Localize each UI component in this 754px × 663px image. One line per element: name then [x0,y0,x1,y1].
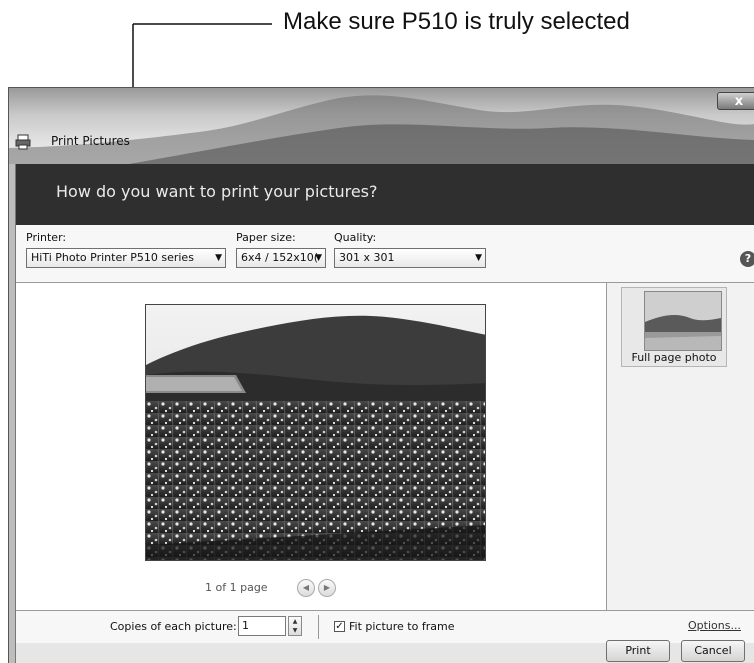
paper-size-dropdown[interactable]: 6x4 / 152x10( ▼ [236,248,326,268]
print-options-row: Printer: HiTi Photo Printer P510 series … [16,225,754,283]
page-info: 1 of 1 page [205,581,268,594]
chevron-down-icon: ▼ [315,253,322,263]
printer-icon [15,134,31,150]
options-link[interactable]: Options... [688,619,741,632]
copies-stepper[interactable]: ▲ ▼ [288,616,302,636]
copies-row: Copies of each picture: 1 ▲ ▼ ✓ Fit pictu… [16,610,754,643]
layout-thumbnail [644,291,722,351]
print-pictures-dialog: Print Pictures x How do you want to prin… [8,87,754,663]
quality-value: 301 x 301 [339,251,395,264]
paper-size-value: 6x4 / 152x10( [241,251,318,264]
layout-item-label: Full page photo [631,351,717,364]
dialog-content: How do you want to print your pictures? … [15,164,754,663]
left-arrow-icon[interactable]: ◀ [297,579,315,597]
action-row: Print Cancel [16,640,754,663]
cancel-button[interactable]: Cancel [681,640,745,662]
photo-preview [145,304,486,561]
title-background-image [9,95,754,164]
copies-input[interactable]: 1 [238,616,286,636]
layout-panel: Full page photo [606,283,754,610]
copies-label: Copies of each picture: [110,620,237,633]
close-button[interactable]: x [717,92,754,110]
divider [318,615,319,639]
print-button[interactable]: Print [606,640,670,662]
fit-picture-checkbox[interactable]: ✓ [334,621,345,632]
printer-dropdown-value: HiTi Photo Printer P510 series [31,251,194,264]
chevron-down-icon: ▼ [475,253,482,263]
printer-label: Printer: [26,231,67,244]
layout-item-full-page[interactable]: Full page photo [621,287,727,367]
annotation-text: Make sure P510 is truly selected [283,8,630,35]
fit-picture-label: Fit picture to frame [349,620,455,633]
quality-dropdown[interactable]: 301 x 301 ▼ [334,248,486,268]
preview-area: 1 of 1 page ◀ ▶ [16,283,606,610]
right-arrow-icon[interactable]: ▶ [318,579,336,597]
title-bar: Print Pictures x [9,88,754,164]
quality-label: Quality: [334,231,377,244]
header-question: How do you want to print your pictures? [56,182,378,201]
printer-dropdown[interactable]: HiTi Photo Printer P510 series ▼ [26,248,226,268]
chevron-down-icon: ▼ [215,253,222,263]
help-icon[interactable]: ? [740,251,754,267]
paper-size-label: Paper size: [236,231,296,244]
header-band: How do you want to print your pictures? [16,164,754,225]
window-title: Print Pictures [51,134,130,148]
